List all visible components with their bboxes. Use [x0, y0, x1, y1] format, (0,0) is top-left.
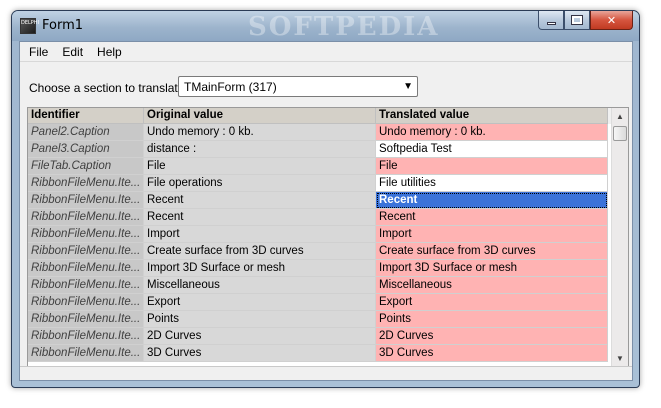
table-row[interactable]: RibbonFileMenu.Ite... Recent Recent: [28, 192, 612, 209]
menu-file[interactable]: File: [22, 42, 55, 61]
minimize-icon: [546, 21, 556, 25]
section-row: Choose a section to translate: TMainForm…: [20, 61, 632, 99]
cell-identifier[interactable]: RibbonFileMenu.Ite...: [28, 328, 144, 345]
cell-original-value[interactable]: Points: [144, 311, 376, 328]
cell-original-value[interactable]: distance :: [144, 141, 376, 158]
grid-body: Identifier Original value Translated val…: [28, 108, 612, 362]
section-select-value: TMainForm (317): [184, 80, 277, 94]
cell-identifier[interactable]: RibbonFileMenu.Ite...: [28, 175, 144, 192]
section-label: Choose a section to translate:: [29, 81, 188, 95]
table-row[interactable]: RibbonFileMenu.Ite... Import Import: [28, 226, 612, 243]
cell-original-value[interactable]: Undo memory : 0 kb.: [144, 124, 376, 141]
client-area: File Edit Help Choose a section to trans…: [19, 41, 633, 381]
column-header-translated[interactable]: Translated value: [376, 108, 608, 124]
table-row[interactable]: RibbonFileMenu.Ite... 3D Curves 3D Curves: [28, 345, 612, 362]
cell-translated-value[interactable]: File utilities: [376, 175, 608, 192]
cell-original-value[interactable]: File: [144, 158, 376, 175]
column-header-original[interactable]: Original value: [144, 108, 376, 124]
cell-translated-value[interactable]: Recent: [376, 209, 608, 226]
scroll-thumb[interactable]: [613, 126, 627, 141]
section-select[interactable]: TMainForm (317) ▼: [178, 76, 418, 97]
cell-translated-value[interactable]: Undo memory : 0 kb.: [376, 124, 608, 141]
status-bar: [20, 366, 632, 380]
window-title: Form1: [42, 18, 84, 33]
menu-bar: File Edit Help: [20, 42, 632, 61]
cell-identifier[interactable]: RibbonFileMenu.Ite...: [28, 311, 144, 328]
maximize-button[interactable]: [564, 11, 590, 30]
cell-translated-value[interactable]: Softpedia Test: [376, 141, 608, 158]
title-bar[interactable]: DELPHI Form1 SOFTPEDIA ✕: [12, 11, 639, 42]
cell-original-value[interactable]: Create surface from 3D curves: [144, 243, 376, 260]
cell-translated-value[interactable]: 2D Curves: [376, 328, 608, 345]
cell-identifier[interactable]: RibbonFileMenu.Ite...: [28, 192, 144, 209]
cell-translated-value[interactable]: Miscellaneous: [376, 277, 608, 294]
minimize-button[interactable]: [538, 11, 564, 30]
column-header-identifier[interactable]: Identifier: [28, 108, 144, 124]
arrow-down-icon[interactable]: ▼: [612, 350, 628, 366]
cell-identifier[interactable]: RibbonFileMenu.Ite...: [28, 260, 144, 277]
table-row[interactable]: RibbonFileMenu.Ite... Points Points: [28, 311, 612, 328]
cell-translated-value[interactable]: File: [376, 158, 608, 175]
cell-translated-value[interactable]: Points: [376, 311, 608, 328]
cell-identifier[interactable]: Panel3.Caption: [28, 141, 144, 158]
app-icon[interactable]: DELPHI: [20, 18, 39, 34]
cell-original-value[interactable]: Import 3D Surface or mesh: [144, 260, 376, 277]
cell-translated-value[interactable]: Recent: [376, 192, 608, 209]
close-icon: ✕: [606, 13, 617, 27]
cell-identifier[interactable]: RibbonFileMenu.Ite...: [28, 209, 144, 226]
cell-original-value[interactable]: File operations: [144, 175, 376, 192]
cell-original-value[interactable]: Import: [144, 226, 376, 243]
table-row[interactable]: Panel2.Caption Undo memory : 0 kb. Undo me…: [28, 124, 612, 141]
cell-identifier[interactable]: RibbonFileMenu.Ite...: [28, 294, 144, 311]
arrow-up-icon[interactable]: ▲: [612, 108, 628, 124]
chevron-down-icon[interactable]: ▼: [403, 81, 413, 92]
menu-edit[interactable]: Edit: [55, 42, 90, 61]
cell-translated-value[interactable]: Export: [376, 294, 608, 311]
cell-original-value[interactable]: Recent: [144, 192, 376, 209]
menu-help[interactable]: Help: [90, 42, 129, 61]
table-row[interactable]: RibbonFileMenu.Ite... Create surface from…: [28, 243, 612, 260]
grid-rows: Panel2.Caption Undo memory : 0 kb. Undo me…: [28, 124, 612, 362]
grid-header: Identifier Original value Translated val…: [28, 108, 612, 124]
table-row[interactable]: FileTab.Caption File File: [28, 158, 612, 175]
table-row[interactable]: Panel3.Caption distance : Softpedia Test: [28, 141, 612, 158]
app-window: DELPHI Form1 SOFTPEDIA ✕ File Edit Help …: [11, 10, 640, 388]
cell-identifier[interactable]: RibbonFileMenu.Ite...: [28, 345, 144, 362]
table-row[interactable]: RibbonFileMenu.Ite... Import 3D Surface o…: [28, 260, 612, 277]
cell-translated-value[interactable]: 3D Curves: [376, 345, 608, 362]
vertical-scrollbar[interactable]: ▲ ▼: [611, 108, 628, 366]
cell-original-value[interactable]: Recent: [144, 209, 376, 226]
maximize-icon: [571, 15, 583, 25]
close-button[interactable]: ✕: [590, 11, 633, 30]
cell-identifier[interactable]: FileTab.Caption: [28, 158, 144, 175]
cell-original-value[interactable]: Miscellaneous: [144, 277, 376, 294]
cell-translated-value[interactable]: Import: [376, 226, 608, 243]
cell-identifier[interactable]: Panel2.Caption: [28, 124, 144, 141]
cell-original-value[interactable]: Export: [144, 294, 376, 311]
cell-translated-value[interactable]: Import 3D Surface or mesh: [376, 260, 608, 277]
table-row[interactable]: RibbonFileMenu.Ite... Recent Recent: [28, 209, 612, 226]
cell-original-value[interactable]: 2D Curves: [144, 328, 376, 345]
cell-identifier[interactable]: RibbonFileMenu.Ite...: [28, 277, 144, 294]
cell-original-value[interactable]: 3D Curves: [144, 345, 376, 362]
cell-identifier[interactable]: RibbonFileMenu.Ite...: [28, 226, 144, 243]
table-row[interactable]: RibbonFileMenu.Ite... Export Export: [28, 294, 612, 311]
table-row[interactable]: RibbonFileMenu.Ite... File operations File…: [28, 175, 612, 192]
translation-grid[interactable]: Identifier Original value Translated val…: [27, 107, 629, 367]
table-row[interactable]: RibbonFileMenu.Ite... 2D Curves 2D Curves: [28, 328, 612, 345]
window-controls: ✕: [538, 11, 633, 31]
watermark: SOFTPEDIA: [248, 12, 440, 42]
table-row[interactable]: RibbonFileMenu.Ite... Miscellaneous Miscel…: [28, 277, 612, 294]
cell-translated-value[interactable]: Create surface from 3D curves: [376, 243, 608, 260]
cell-identifier[interactable]: RibbonFileMenu.Ite...: [28, 243, 144, 260]
